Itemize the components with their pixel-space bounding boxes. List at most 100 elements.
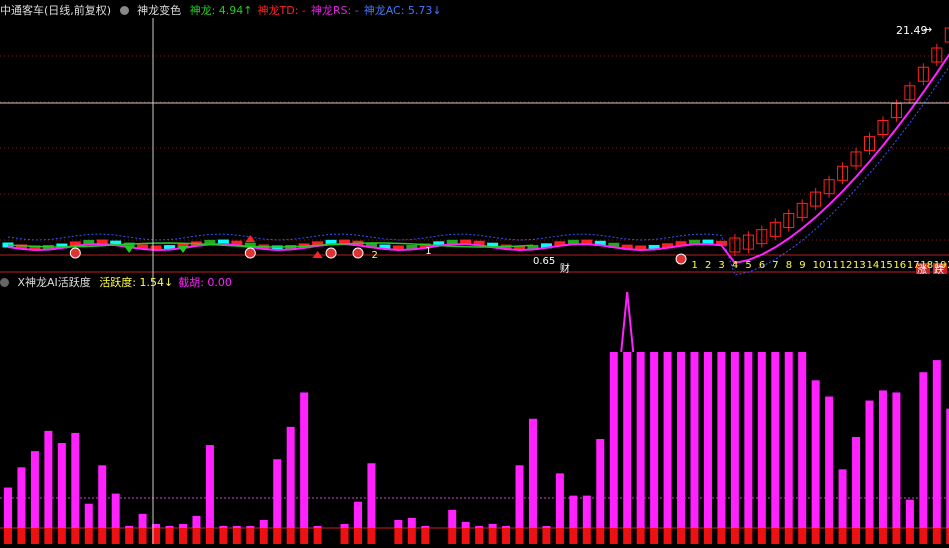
day-counter: 18 [920, 260, 933, 271]
activity-bar[interactable] [192, 515, 201, 528]
activity-bar[interactable] [515, 465, 524, 528]
activity-bar[interactable] [84, 503, 93, 528]
gear-icon[interactable] [119, 6, 129, 15]
activity-bar[interactable] [313, 525, 322, 528]
activity-bar[interactable] [273, 459, 282, 528]
activity-bar[interactable] [582, 495, 591, 528]
activity-bar[interactable] [125, 525, 134, 528]
small-label: 2 [371, 250, 377, 261]
close-icon[interactable] [0, 278, 9, 287]
activity-bar[interactable] [502, 525, 511, 528]
activity-bar[interactable] [286, 426, 295, 528]
activity-bar[interactable] [111, 493, 120, 528]
activity-bar[interactable] [178, 523, 187, 528]
activity-bar[interactable] [259, 519, 268, 528]
activity-bar[interactable] [865, 400, 874, 528]
activity-bar-base [286, 528, 295, 544]
activity-bars[interactable] [4, 291, 949, 544]
candlestick[interactable] [944, 27, 949, 43]
activity-bar-base [784, 528, 793, 544]
activity-bar[interactable] [542, 525, 551, 528]
activity-bar-base [273, 528, 282, 544]
activity-bar[interactable] [71, 432, 80, 528]
activity-bar[interactable] [757, 352, 766, 528]
activity-bar[interactable] [461, 521, 470, 528]
activity-bar[interactable] [636, 352, 645, 528]
activity-bar[interactable] [932, 360, 941, 528]
small-label: 0.65 [533, 256, 555, 267]
activity-bar[interactable] [771, 352, 780, 528]
activity-bar[interactable] [165, 525, 174, 528]
day-counter: 7 [772, 260, 778, 271]
activity-bar[interactable] [596, 438, 605, 528]
activity-bar[interactable] [892, 392, 901, 528]
activity-bar[interactable] [475, 525, 484, 528]
activity-bar[interactable] [690, 352, 699, 528]
activity-bar[interactable] [44, 430, 53, 528]
activity-bar[interactable] [569, 495, 578, 528]
day-counter: 19 [934, 260, 947, 271]
activity-bar[interactable] [798, 352, 807, 528]
activity-bar-base [690, 528, 699, 544]
activity-bar[interactable] [57, 443, 66, 528]
activity-bar[interactable] [878, 390, 887, 528]
activity-bar[interactable] [367, 463, 376, 528]
activity-bar[interactable] [488, 523, 497, 528]
day-counter: 12 [840, 260, 853, 271]
activity-bar[interactable] [4, 487, 12, 528]
activity-bar[interactable] [623, 352, 632, 528]
activity-bar[interactable] [353, 501, 362, 528]
activity-bar[interactable] [919, 372, 928, 528]
activity-bar-base [730, 528, 739, 544]
activity-bar[interactable] [448, 509, 457, 528]
activity-bar[interactable] [677, 352, 686, 528]
chart-window[interactable]: 2 1 0.65 财涨跌 1 2 3 4 5 6 7 8 9 10 11 12 13 14 15 16 17 18 19 2… [0, 0, 949, 544]
activity-bar[interactable] [717, 352, 726, 528]
activity-bar-base [421, 528, 430, 544]
activity-bar[interactable] [744, 352, 753, 528]
activity-bar[interactable] [30, 451, 39, 528]
activity-bar[interactable] [825, 396, 834, 528]
activity-bar[interactable] [340, 523, 349, 528]
activity-bar[interactable] [421, 525, 430, 528]
activity-bar[interactable] [246, 525, 255, 528]
activity-bar[interactable] [98, 465, 107, 528]
activity-indicator-name[interactable]: X神龙AI活跃度 [18, 276, 91, 289]
activity-bar-base [71, 528, 80, 544]
candlesticks[interactable] [2, 24, 949, 256]
activity-spike-line [620, 291, 635, 353]
bottom-legend: 活跃度: 1.54↓ 截胡: 0.00 [99, 276, 237, 289]
activity-bar-base [111, 528, 120, 544]
activity-bar[interactable] [555, 473, 564, 528]
activity-bar-base [569, 528, 578, 544]
activity-bar[interactable] [219, 525, 228, 528]
activity-bar[interactable] [703, 352, 712, 528]
activity-bar[interactable] [205, 445, 214, 528]
activity-bar-base [44, 528, 53, 544]
activity-bar[interactable] [784, 352, 793, 528]
activity-bar[interactable] [730, 352, 739, 528]
price-and-activity-chart[interactable]: 2 10.65财涨跌 1 2 3 4 5 6 7 8 9 10 11 12 13 14 15 16 17 18 19 2… [0, 0, 949, 544]
activity-bar-base [84, 528, 93, 544]
activity-bar[interactable] [394, 519, 403, 528]
activity-bar[interactable] [905, 499, 914, 528]
activity-bar[interactable] [811, 380, 820, 528]
activity-bar[interactable] [17, 467, 26, 528]
activity-bar[interactable] [232, 525, 241, 528]
activity-bar[interactable] [300, 392, 309, 528]
activity-bar[interactable] [852, 436, 861, 528]
activity-bar[interactable] [663, 352, 672, 528]
activity-bar[interactable] [650, 352, 659, 528]
indicator-name[interactable]: 神龙变色 [137, 4, 181, 17]
activity-bar-base [246, 528, 255, 544]
activity-bar[interactable] [838, 469, 847, 528]
stock-title[interactable]: 中通客车(日线,前复权) [0, 4, 111, 17]
activity-bar[interactable] [407, 517, 416, 528]
activity-bar-base [394, 528, 403, 544]
activity-bar-base [771, 528, 780, 544]
day-counter: 17 [907, 260, 920, 271]
activity-bar[interactable] [138, 513, 147, 528]
activity-bar-base [488, 528, 497, 544]
activity-bar[interactable] [528, 418, 537, 528]
activity-bar[interactable] [609, 352, 618, 528]
